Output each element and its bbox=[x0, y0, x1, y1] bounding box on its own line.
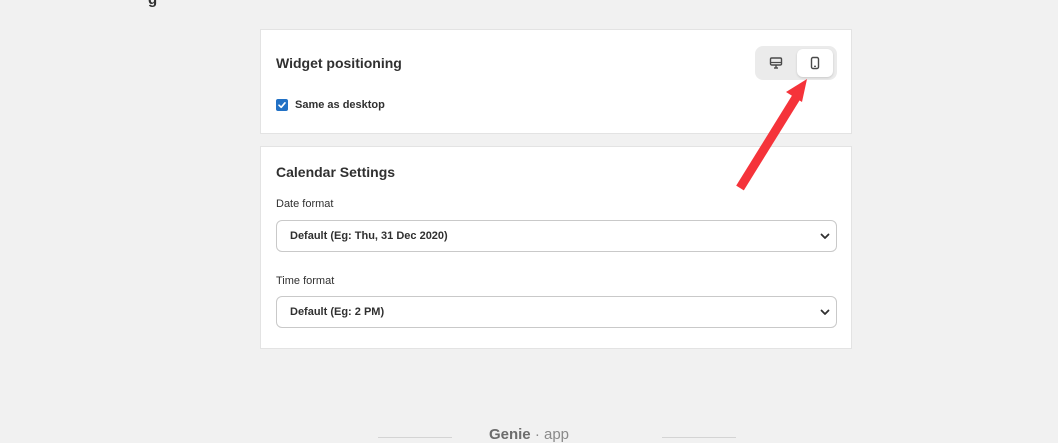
widget-positioning-card: Widget positioning Same as desktop bbox=[260, 29, 852, 134]
checkmark-icon bbox=[278, 101, 286, 109]
calendar-settings-card: Calendar Settings Date format Default (E… bbox=[260, 146, 852, 349]
footer-brand-name: Genie bbox=[488, 426, 531, 443]
device-toggle-group bbox=[755, 46, 837, 80]
date-format-label: Date format bbox=[276, 198, 334, 210]
page-title-fragment: g bbox=[148, 0, 157, 8]
widget-positioning-heading: Widget positioning bbox=[276, 55, 402, 71]
calendar-settings-heading: Calendar Settings bbox=[276, 164, 396, 180]
same-as-desktop-checkbox[interactable] bbox=[276, 99, 288, 111]
chevron-down-icon bbox=[820, 309, 830, 315]
desktop-toggle-button[interactable] bbox=[758, 49, 794, 77]
same-as-desktop-label: Same as desktop bbox=[295, 99, 385, 111]
time-format-value: Default (Eg: 2 PM) bbox=[290, 306, 385, 318]
footer-brand: Genie · app bbox=[0, 426, 1058, 443]
chevron-down-icon bbox=[820, 233, 830, 239]
mobile-phone-icon bbox=[810, 56, 820, 70]
footer-brand-suffix: · app bbox=[530, 426, 570, 443]
time-format-label: Time format bbox=[276, 275, 335, 287]
date-format-value: Default (Eg: Thu, 31 Dec 2020) bbox=[290, 230, 448, 242]
date-format-select[interactable]: Default (Eg: Thu, 31 Dec 2020) bbox=[276, 220, 837, 252]
desktop-monitor-icon bbox=[769, 57, 783, 69]
mobile-toggle-button[interactable] bbox=[797, 49, 833, 77]
same-as-desktop-row[interactable]: Same as desktop bbox=[276, 99, 385, 111]
time-format-select[interactable]: Default (Eg: 2 PM) bbox=[276, 296, 837, 328]
